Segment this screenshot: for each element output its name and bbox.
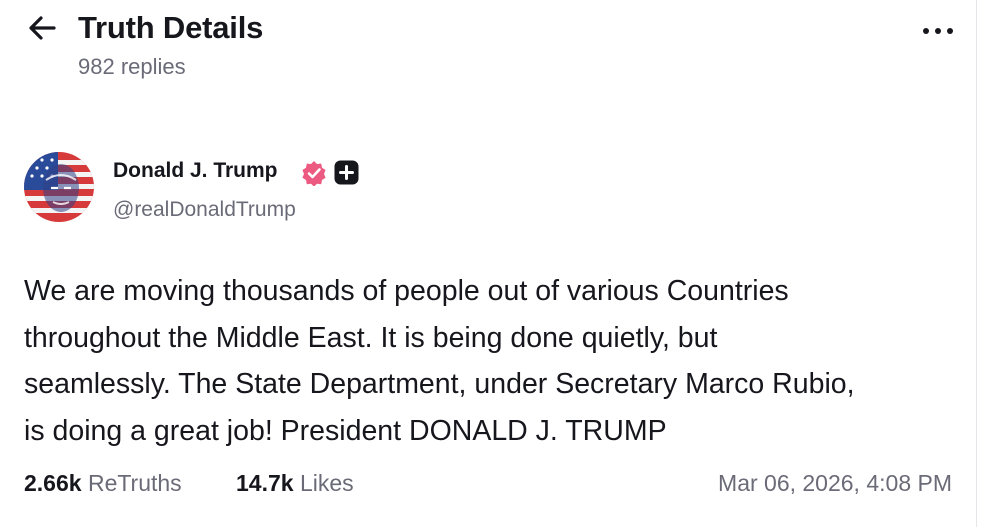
more-options-button[interactable] (918, 18, 958, 42)
post-text: We are moving thousands of people out of… (24, 275, 855, 447)
likes-count: 14.7k (236, 470, 294, 496)
likes-stat[interactable]: 14.7k Likes (236, 467, 354, 499)
back-button[interactable] (24, 10, 60, 46)
plus-badge-icon (334, 160, 359, 185)
retruths-count: 2.66k (24, 470, 82, 496)
author-handle[interactable]: @realDonaldTrump (113, 196, 296, 224)
reply-count: 982 replies (78, 54, 186, 79)
avatar-image (24, 152, 94, 222)
more-horizontal-icon-dot (947, 28, 953, 34)
more-horizontal-icon-dot (935, 28, 941, 34)
page-title: Truth Details (78, 10, 264, 45)
author-avatar[interactable] (24, 152, 94, 222)
arrow-left-icon (29, 16, 56, 40)
more-horizontal-icon (923, 28, 929, 34)
panel-divider (976, 0, 977, 527)
post-timestamp: Mar 06, 2026, 4:08 PM (718, 470, 952, 496)
author-name[interactable]: Donald J. Trump (113, 157, 278, 185)
retruths-stat[interactable]: 2.66k ReTruths (24, 467, 182, 499)
retruths-label: ReTruths (87, 470, 182, 496)
page-header: Truth Details 982 replies (24, 6, 964, 86)
verified-badge-icon (302, 161, 326, 186)
likes-label: Likes (299, 470, 354, 496)
